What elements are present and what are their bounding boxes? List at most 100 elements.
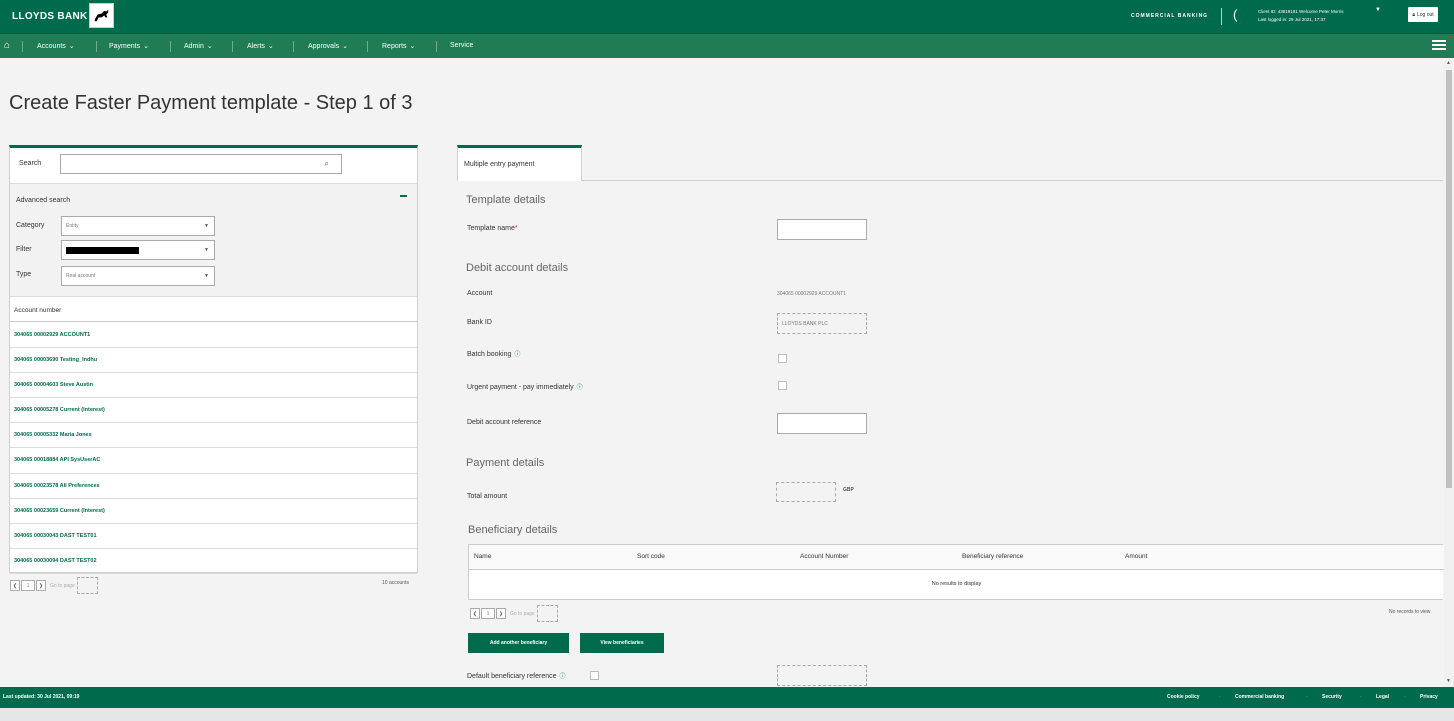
- nav-divider: [436, 41, 437, 52]
- category-select[interactable]: Entity ▼: [61, 216, 215, 236]
- redacted-value: [66, 247, 139, 254]
- urgent-payment-text: Urgent payment - pay immediately: [467, 384, 574, 391]
- filter-select[interactable]: ▼: [61, 240, 215, 260]
- dropdown-caret-icon: ▼: [204, 273, 209, 279]
- add-beneficiary-button[interactable]: Add another beneficiary: [468, 633, 569, 653]
- nav-accounts[interactable]: Accounts ⌄: [37, 42, 75, 50]
- hamburger-menu-icon[interactable]: [1432, 40, 1446, 52]
- account-row[interactable]: 304065 00030043 DAST TEST01: [10, 524, 417, 549]
- footer-separator: ·: [1404, 694, 1406, 700]
- account-row[interactable]: 304065 00030094 DAST TEST02: [10, 549, 417, 574]
- account-row[interactable]: 304065 00023578 All Preferences: [10, 474, 417, 499]
- phone-icon[interactable]: (: [1233, 8, 1237, 21]
- user-info: Client ID: 43819181 Welcome Peter Morris…: [1258, 8, 1343, 24]
- beneficiary-pager: ❮ 1 ❯ Go to page: [470, 605, 558, 622]
- urgent-payment-label: Urgent payment - pay immediately ⓘ: [467, 382, 583, 391]
- total-amount-label: Total amount: [467, 493, 508, 500]
- column-amount[interactable]: Amount: [1125, 553, 1147, 560]
- prev-page-icon[interactable]: ❮: [470, 608, 480, 619]
- scrollbar-thumb[interactable]: [1446, 70, 1452, 488]
- search-input[interactable]: ⌕: [60, 154, 342, 174]
- column-name[interactable]: Name: [474, 553, 491, 560]
- nav-payments[interactable]: Payments ⌄: [109, 42, 149, 50]
- tab-multiple-entry-payment[interactable]: Multiple entry payment: [457, 145, 582, 181]
- nav-divider: [22, 41, 23, 52]
- beneficiary-details-heading: Beneficiary details: [468, 524, 558, 536]
- nav-divider: [293, 41, 294, 52]
- page-scrollbar[interactable]: ▲ ▼: [1444, 58, 1454, 687]
- nav-payments-label: Payments: [109, 43, 141, 50]
- footer-link-legal[interactable]: Legal: [1376, 694, 1389, 700]
- account-count: 10 accounts: [382, 580, 409, 586]
- view-beneficiaries-button[interactable]: View beneficiaries: [580, 633, 664, 653]
- account-row[interactable]: 304065 00002929 ACCOUNT1: [10, 323, 417, 349]
- default-reference-input[interactable]: [777, 665, 867, 686]
- bank-id-value: LLOYDS BANK PLC: [777, 313, 867, 334]
- account-row[interactable]: 304065 00005332 Maria Jones: [10, 423, 417, 449]
- scroll-up-icon[interactable]: ▲: [1446, 60, 1451, 66]
- column-account-number[interactable]: Account Number: [800, 553, 848, 560]
- advanced-search-section: Advanced search Category Entity ▼ Filter…: [10, 183, 417, 297]
- nav-approvals[interactable]: Approvals ⌄: [308, 42, 348, 50]
- template-name-text: Template name: [467, 225, 515, 232]
- template-name-label: Template name*: [467, 225, 518, 232]
- account-row[interactable]: 304065 00018884 API SysUserAC: [10, 448, 417, 474]
- info-icon[interactable]: ⓘ: [577, 385, 583, 391]
- advanced-search-label[interactable]: Advanced search: [16, 197, 70, 204]
- footer-link-cookie-policy[interactable]: Cookie policy: [1167, 694, 1200, 700]
- nav-alerts[interactable]: Alerts ⌄: [247, 42, 274, 50]
- go-to-page-input[interactable]: [536, 605, 558, 622]
- footer-link-privacy[interactable]: Privacy: [1420, 694, 1438, 700]
- footer-link-commercial-banking[interactable]: Commercial banking: [1235, 694, 1284, 700]
- next-page-icon[interactable]: ❯: [36, 580, 46, 591]
- user-menu-caret-icon[interactable]: ▼: [1375, 7, 1381, 13]
- home-icon[interactable]: ⌂: [4, 40, 10, 51]
- brand-name[interactable]: LLOYDS BANK: [12, 11, 88, 22]
- nav-reports[interactable]: Reports ⌄: [382, 42, 415, 50]
- account-list: 304065 00002929 ACCOUNT1 304065 00003690…: [10, 323, 417, 574]
- debit-account-heading: Debit account details: [466, 262, 569, 274]
- logout-button[interactable]: 🔒︎ Log out: [1408, 7, 1438, 22]
- notification-dot: [1449, 35, 1452, 38]
- account-label: Account: [467, 290, 493, 297]
- column-sort-code[interactable]: Sort code: [637, 553, 665, 560]
- account-row[interactable]: 304065 00023659 Current (Interest): [10, 499, 417, 524]
- batch-booking-checkbox[interactable]: [778, 354, 787, 363]
- next-page-icon[interactable]: ❯: [496, 608, 506, 619]
- debit-reference-input[interactable]: [777, 413, 867, 434]
- go-to-page-input[interactable]: [76, 577, 98, 594]
- type-select[interactable]: Real account ▼: [61, 266, 215, 286]
- nav-divider: [232, 41, 233, 52]
- nav-approvals-label: Approvals: [308, 43, 340, 50]
- account-row[interactable]: 304065 00003690 Testing_Indhu: [10, 348, 417, 374]
- search-icon[interactable]: ⌕: [325, 159, 329, 169]
- account-row[interactable]: 304065 00005278 Current (Interest): [10, 398, 417, 424]
- collapse-minus-icon[interactable]: [400, 195, 407, 197]
- nav-service[interactable]: Service: [450, 42, 473, 49]
- go-to-page-label: Go to page: [510, 610, 535, 617]
- account-row[interactable]: 304065 00004603 Steve Austin: [10, 373, 417, 399]
- info-icon[interactable]: ⓘ: [514, 352, 520, 358]
- info-icon[interactable]: ⓘ: [560, 674, 566, 680]
- nav-admin[interactable]: Admin ⌄: [184, 42, 213, 50]
- tab-divider: [581, 180, 1443, 181]
- chevron-down-icon: ⌄: [68, 43, 75, 50]
- batch-booking-text: Batch booking: [467, 351, 512, 358]
- product-label: COMMERCIAL BANKING: [1131, 13, 1209, 19]
- black-horse-logo-icon[interactable]: [89, 3, 114, 28]
- total-amount-value: [776, 482, 836, 502]
- urgent-payment-checkbox[interactable]: [778, 381, 787, 390]
- nav-divider: [367, 41, 368, 52]
- top-bar: LLOYDS BANK COMMERCIAL BANKING ( Client …: [0, 0, 1454, 33]
- prev-page-icon[interactable]: ❮: [10, 580, 20, 591]
- column-beneficiary-reference[interactable]: Beneficiary reference: [962, 553, 1023, 560]
- nav-service-label: Service: [450, 42, 474, 49]
- chevron-down-icon: ⌄: [267, 43, 274, 50]
- category-label: Category: [16, 222, 45, 229]
- template-name-input[interactable]: [777, 219, 867, 240]
- account-number-header[interactable]: Account number: [10, 298, 417, 322]
- chevron-down-icon: ⌄: [409, 43, 416, 50]
- footer-link-security[interactable]: Security: [1322, 694, 1342, 700]
- scroll-down-icon[interactable]: ▼: [1446, 678, 1451, 684]
- default-reference-checkbox[interactable]: [590, 671, 599, 680]
